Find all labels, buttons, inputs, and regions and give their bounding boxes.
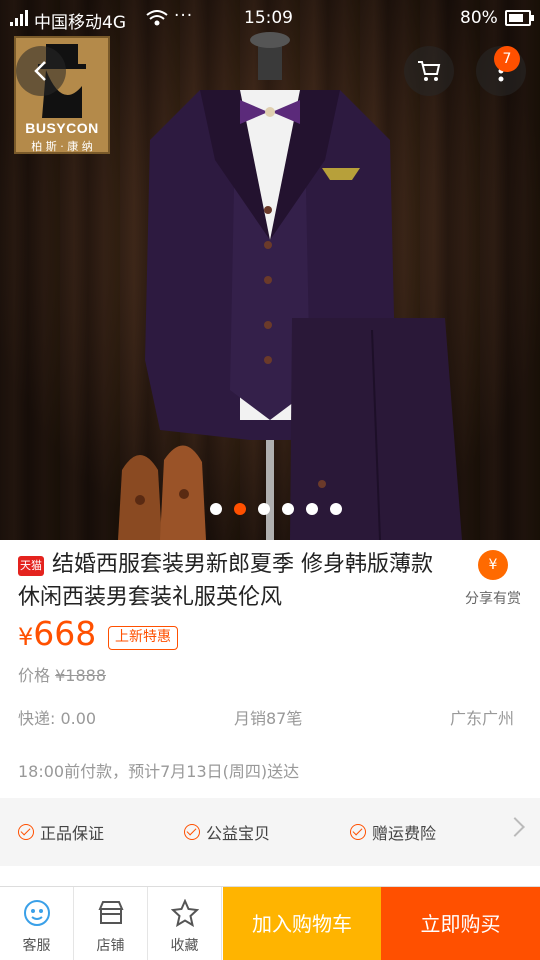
- price-symbol: ¥: [18, 623, 34, 651]
- tmall-tag: 天猫: [18, 556, 44, 576]
- bottom-action-bar: 客服 店铺 收藏 加入购物车 立即购买: [0, 886, 540, 960]
- brand-name-cn: 柏 斯 · 康 纳: [31, 140, 93, 153]
- check-circle-icon: [184, 824, 200, 840]
- shipping-fee: 快递: 0.00: [18, 709, 97, 728]
- pager-dot[interactable]: [282, 503, 294, 515]
- guarantee-label: 赠运费险: [372, 824, 437, 843]
- pager-dot[interactable]: [306, 503, 318, 515]
- cart-button[interactable]: [404, 46, 454, 96]
- share-label: 分享有赏: [465, 591, 521, 607]
- delivery-estimate: 18:00前付款，预计7月13日(周四)送达: [18, 762, 300, 781]
- share-reward-button[interactable]: ¥ 分享有赏: [458, 550, 528, 608]
- price: ¥668: [18, 614, 96, 653]
- notification-badge: 7: [494, 46, 520, 72]
- product-detail-page: 中国移动4G ··· 15:09 80% BUSYCON 柏 斯 · 康 纳 7…: [0, 0, 540, 960]
- monthly-sales: 月销87笔: [234, 709, 303, 728]
- service-face-icon: [23, 900, 50, 926]
- original-price-value: ¥1888: [55, 666, 107, 685]
- cart-icon: [418, 61, 441, 81]
- guarantee-return-shipping: 赠运费险: [350, 820, 436, 844]
- customer-service-button[interactable]: 客服: [0, 887, 74, 960]
- favorite-label: 收藏: [170, 938, 199, 954]
- store-label: 店铺: [96, 938, 125, 954]
- wifi-icon: [146, 10, 168, 26]
- guarantee-label: 公益宝贝: [206, 824, 271, 843]
- check-circle-icon: [350, 824, 366, 840]
- guarantee-authentic: 正品保证: [18, 820, 104, 844]
- chevron-left-icon: [34, 61, 46, 81]
- check-circle-icon: [18, 824, 34, 840]
- service-label: 客服: [22, 938, 51, 954]
- pager-dot[interactable]: [258, 503, 270, 515]
- ship-from-location: 广东广州: [450, 709, 515, 728]
- status-bar: 中国移动4G ··· 15:09 80%: [0, 0, 540, 38]
- pager-dot[interactable]: [330, 503, 342, 515]
- clock: 15:09: [244, 8, 293, 28]
- favorite-button[interactable]: 收藏: [148, 887, 222, 960]
- guarantee-charity: 公益宝贝: [184, 820, 270, 844]
- carrier-label: 中国移动4G: [34, 13, 126, 33]
- product-title-text: 结婚西服套装男新郎夏季 修身韩版薄款休闲西装男套装礼服英伦风: [18, 552, 433, 610]
- battery-percent: 80%: [460, 8, 498, 28]
- original-price-label: 价格: [18, 666, 51, 685]
- image-pager: [0, 503, 540, 517]
- product-title: 天猫 结婚西服套装男新郎夏季 修身韩版薄款休闲西装男套装礼服英伦风: [18, 548, 448, 614]
- pager-dot[interactable]: [234, 503, 246, 515]
- price-value: 668: [33, 614, 97, 653]
- signal-icon: [10, 10, 28, 26]
- store-icon: [97, 901, 124, 924]
- guarantee-label: 正品保证: [40, 824, 105, 843]
- store-button[interactable]: 店铺: [74, 887, 148, 960]
- pager-dot[interactable]: [210, 503, 222, 515]
- more-indicator: ···: [174, 6, 194, 26]
- add-to-cart-button[interactable]: 加入购物车: [223, 887, 381, 960]
- star-icon: [170, 898, 199, 928]
- buy-now-button[interactable]: 立即购买: [381, 887, 540, 960]
- money-bag-icon: ¥: [478, 550, 508, 580]
- battery-icon: [505, 10, 534, 26]
- battery-fill: [509, 14, 524, 22]
- back-button[interactable]: [16, 46, 66, 96]
- brand-name: BUSYCON: [25, 120, 99, 136]
- original-price: 价格 ¥1888: [18, 662, 106, 686]
- promo-tag: 上新特惠: [108, 626, 178, 650]
